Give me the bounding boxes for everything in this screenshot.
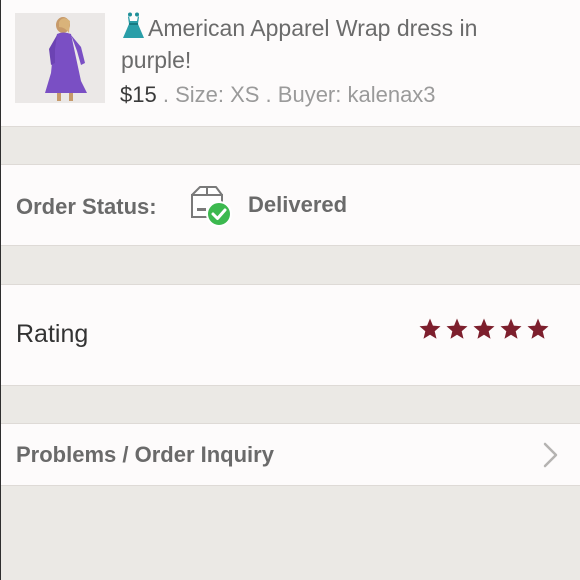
- order-status-label: Order Status:: [16, 194, 157, 219]
- item-title[interactable]: American Apparel Wrap dress in purple!: [121, 12, 541, 76]
- meta-separator: .: [156, 82, 176, 107]
- problems-order-inquiry-row[interactable]: Problems / Order Inquiry: [0, 423, 580, 486]
- star-icon[interactable]: [526, 317, 550, 341]
- meta-separator: .: [259, 82, 278, 107]
- rating-row: Rating: [0, 284, 580, 386]
- problems-label: Problems / Order Inquiry: [16, 442, 274, 467]
- star-icon[interactable]: [445, 317, 469, 341]
- item-meta: $15 . Size: XS . Buyer: kalenax3: [120, 80, 436, 110]
- item-title-text: American Apparel Wrap dress in purple!: [121, 15, 478, 73]
- star-icon[interactable]: [472, 317, 496, 341]
- item-price: $15: [120, 82, 157, 107]
- order-item-card[interactable]: American Apparel Wrap dress in purple! $…: [0, 0, 580, 127]
- rating-label: Rating: [16, 320, 89, 348]
- order-status-value: Delivered: [248, 192, 348, 217]
- order-status-row: Order Status: Delivered: [0, 164, 580, 246]
- item-buyer: Buyer: kalenax3: [277, 82, 436, 107]
- package-delivered-icon: [191, 186, 232, 227]
- dress-icon: [123, 12, 144, 38]
- star-icon[interactable]: [418, 317, 442, 341]
- screen-edge: [0, 0, 1, 580]
- item-size: Size: XS: [175, 82, 260, 107]
- chevron-right-icon: [543, 442, 558, 468]
- item-thumbnail: [15, 13, 105, 103]
- rating-stars[interactable]: [418, 317, 550, 341]
- star-icon[interactable]: [499, 317, 523, 341]
